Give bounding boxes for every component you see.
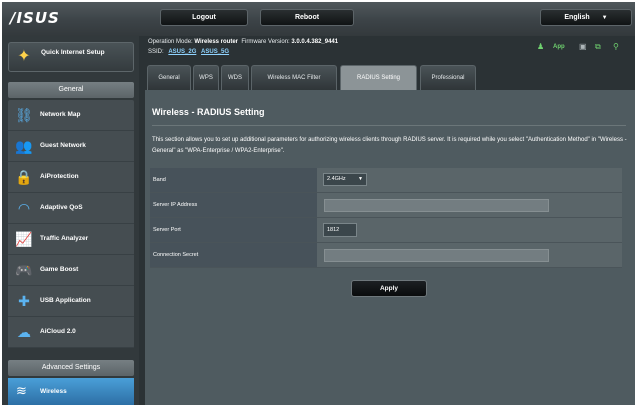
sidebar-item-label: AiCloud 2.0 [40,328,76,335]
content-panel: Wireless - RADIUS Setting This section a… [145,90,635,405]
puzzle-icon: ✚ [18,293,30,309]
server-port-input[interactable]: 1812 [323,223,357,237]
page-title: Wireless - RADIUS Setting [152,107,265,117]
apply-button[interactable]: Apply [351,280,427,297]
sidebar-item-label: Guest Network [40,142,86,149]
chart-icon: 📈 [15,231,33,247]
general-heading: General [8,82,134,98]
person-icon[interactable]: ♟ [537,42,544,51]
sidebar-item-label: USB Application [40,297,91,304]
router-admin-window: /ISUS Logout Reboot English ▼ ✦ Quick Int… [2,2,635,405]
firmware-version-link[interactable]: 3.0.0.4.382_9441 [291,39,338,45]
connection-secret-label: Connection Secret [150,243,317,267]
network-icon[interactable]: ⚲ [613,42,619,51]
sidebar-item-aiprotection[interactable]: 🔒 AiProtection [8,162,134,193]
operation-mode-link[interactable]: Wireless router [194,39,238,45]
page-description: This section allows you to set up additi… [152,137,627,154]
tab-general[interactable]: General [147,65,191,90]
sidebar-item-usb-application[interactable]: ✚ USB Application [8,286,134,317]
language-select[interactable]: English ▼ [540,9,632,26]
band-label: Band [150,168,317,192]
connection-secret-row: Connection Secret [150,243,622,268]
quick-internet-setup-button[interactable]: ✦ Quick Internet Setup [8,42,134,72]
chevron-down-icon: ▼ [358,176,363,182]
language-label: English [564,14,590,21]
top-bar: /ISUS Logout Reboot English ▼ [2,2,635,36]
operation-mode-line: Operation Mode: Wireless router Firmware… [148,39,338,45]
ssid-2g-link[interactable]: ASUS_2G [168,49,196,55]
tab-radius-setting[interactable]: RADIUS Setting [340,65,417,90]
cloud-icon: ☁ [17,324,31,340]
sidebar-item-label: Adaptive QoS [40,204,83,211]
sidebar-item-traffic-analyzer[interactable]: 📈 Traffic Analyzer [8,224,134,255]
lock-icon: 🔒 [15,169,33,185]
sidebar-item-label: Wireless [40,388,67,395]
network-map-icon: ⛓ [15,107,33,123]
sidebar-item-label: Traffic Analyzer [40,235,89,242]
usb-icon[interactable]: ▣ [579,42,587,51]
ssid-5g-link[interactable]: ASUS_5G [201,49,229,55]
copy-icon[interactable]: ⧉ [595,42,601,52]
server-port-label: Server Port [150,218,317,242]
operation-mode-label: Operation Mode: [148,39,193,45]
sidebar-item-wireless[interactable]: ≋ Wireless [8,378,134,405]
sidebar-item-label: Game Boost [40,266,79,273]
server-ip-row: Server IP Address [150,193,622,218]
tab-professional[interactable]: Professional [420,65,476,90]
sidebar-item-label: AiProtection [40,173,79,180]
reboot-button[interactable]: Reboot [260,9,354,26]
chevron-down-icon: ▼ [601,15,608,21]
logout-button[interactable]: Logout [160,9,248,26]
radius-settings-table: Band 2.4GHz ▼ Server IP Address Server P… [150,168,622,268]
server-ip-input[interactable] [324,199,549,212]
tab-wireless-mac-filter[interactable]: Wireless MAC Filter [251,65,337,90]
general-menu: ⛓ Network Map 👥 Guest Network 🔒 AiProtec… [8,100,134,348]
sidebar-item-label: Network Map [40,111,81,118]
ssid-line: SSID: ASUS_2G ASUS_5G [148,49,229,55]
gamepad-icon: 🎮 [15,262,33,278]
ssid-label: SSID: [148,49,164,55]
title-divider [152,125,626,126]
sidebar-item-guest-network[interactable]: 👥 Guest Network [8,131,134,162]
band-select[interactable]: 2.4GHz ▼ [323,173,367,186]
server-ip-label: Server IP Address [150,193,317,217]
sidebar-item-game-boost[interactable]: 🎮 Game Boost [8,255,134,286]
asus-logo: /ISUS [10,9,60,27]
tab-wds[interactable]: WDS [221,65,249,90]
connection-secret-input[interactable] [324,249,549,262]
band-value: 2.4GHz [327,176,346,182]
app-label[interactable]: App [553,44,565,50]
sidebar-item-adaptive-qos[interactable]: ◠ Adaptive QoS [8,193,134,224]
wireless-icon: ≋ [16,383,27,398]
advanced-settings-heading: Advanced Settings [8,360,134,376]
quick-setup-label: Quick Internet Setup [41,49,105,56]
firmware-label: Firmware Version: [241,39,290,45]
sidebar-item-network-map[interactable]: ⛓ Network Map [8,100,134,131]
guest-network-icon: 👥 [15,138,33,154]
sidebar-item-aicloud[interactable]: ☁ AiCloud 2.0 [8,317,134,348]
sidebar: ✦ Quick Internet Setup General ⛓ Network… [2,36,139,405]
magic-wand-icon: ✦ [17,48,31,65]
server-port-row: Server Port 1812 [150,218,622,243]
tab-wps[interactable]: WPS [193,65,219,90]
band-row: Band 2.4GHz ▼ [150,168,622,193]
status-icons: ♟ App ▣ ⧉ ⚲ [537,42,632,54]
gauge-icon: ◠ [17,200,31,216]
